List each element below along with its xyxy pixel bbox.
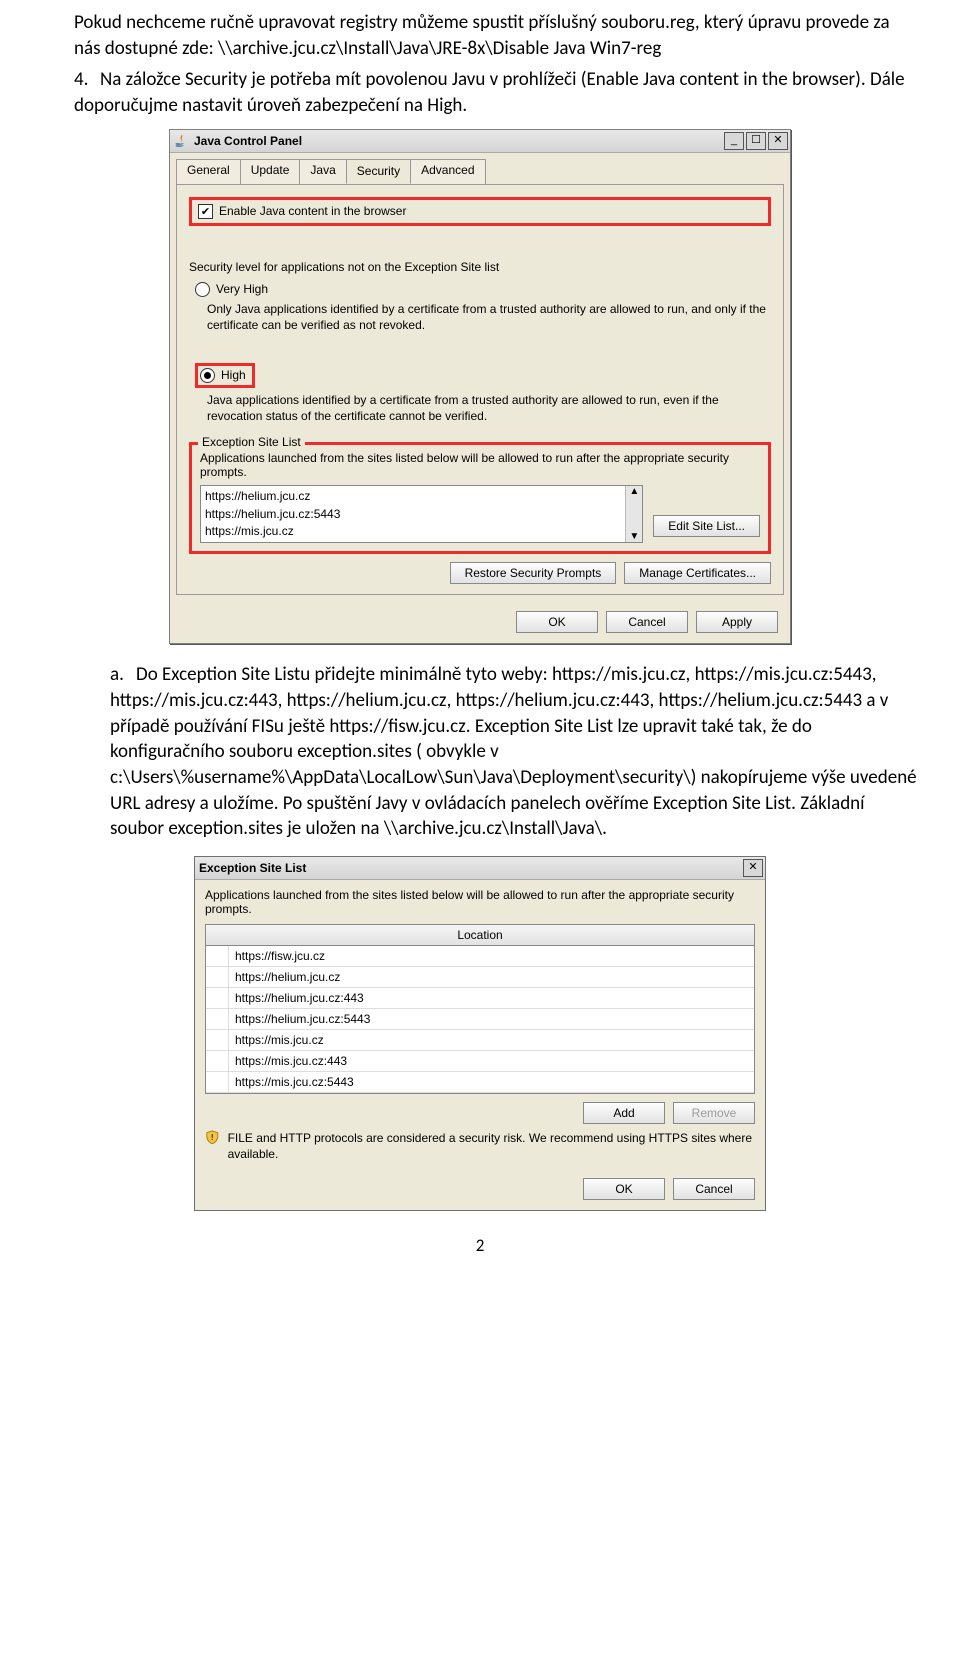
- very-high-desc: Only Java applications identified by a c…: [207, 301, 771, 333]
- page-number: 2: [40, 1235, 920, 1256]
- esl-url-cell[interactable]: https://mis.jcu.cz:443: [229, 1054, 353, 1068]
- scroll-up-icon[interactable]: ▲: [629, 486, 639, 497]
- java-control-panel: Java Control Panel _ ☐ ✕ General Update …: [169, 129, 791, 645]
- security-level-title: Security level for applications not on t…: [189, 260, 771, 274]
- ok-button[interactable]: OK: [516, 611, 598, 633]
- cancel-button[interactable]: Cancel: [606, 611, 688, 633]
- table-row[interactable]: https://helium.jcu.cz:443: [206, 988, 754, 1009]
- esl-cancel-button[interactable]: Cancel: [673, 1178, 755, 1200]
- table-row[interactable]: https://helium.jcu.cz:5443: [206, 1009, 754, 1030]
- esl-url-cell[interactable]: https://helium.jcu.cz: [229, 970, 346, 984]
- add-button[interactable]: Add: [583, 1102, 665, 1124]
- esl-warning: ! FILE and HTTP protocols are considered…: [195, 1124, 765, 1170]
- esl-url[interactable]: https://helium.jcu.cz: [205, 488, 621, 505]
- table-row[interactable]: https://fisw.jcu.cz: [206, 946, 754, 967]
- window-title: Java Control Panel: [194, 134, 722, 148]
- edit-site-list-button[interactable]: Edit Site List...: [653, 515, 760, 537]
- esl-scrollbar[interactable]: ▲ ▼: [625, 486, 642, 542]
- esl-url[interactable]: https://mis.jcu.cz: [205, 523, 621, 540]
- tab-security[interactable]: Security: [346, 159, 411, 184]
- table-row[interactable]: https://mis.jcu.cz:5443: [206, 1072, 754, 1093]
- exception-site-list-group: Exception Site List Applications launche…: [189, 442, 771, 554]
- paragraph-esl-text: Do Exception Site Listu přidejte minimál…: [110, 663, 917, 840]
- table-row[interactable]: https://mis.jcu.cz:443: [206, 1051, 754, 1072]
- esl-url-cell[interactable]: https://helium.jcu.cz:443: [229, 991, 370, 1005]
- radio-very-high[interactable]: Very High: [195, 282, 771, 297]
- esl-col-location: Location: [206, 925, 754, 946]
- esl-close-button[interactable]: ✕: [743, 859, 763, 877]
- java-icon: [174, 134, 188, 148]
- paragraph-esl: a.Do Exception Site Listu přidejte minim…: [40, 662, 920, 841]
- list-letter-a: a.: [110, 662, 136, 688]
- maximize-button[interactable]: ☐: [746, 132, 766, 150]
- list-number-4: 4.: [74, 67, 100, 93]
- jcp-bottom-buttons: OK Cancel Apply: [170, 601, 790, 643]
- tab-advanced[interactable]: Advanced: [410, 159, 485, 184]
- exception-site-list-dialog: Exception Site List ✕ Applications launc…: [194, 856, 766, 1211]
- radio-very-high-input[interactable]: [195, 282, 210, 297]
- esl-url-cell[interactable]: https://mis.jcu.cz:5443: [229, 1075, 360, 1089]
- remove-button[interactable]: Remove: [673, 1102, 755, 1124]
- enable-java-checkbox[interactable]: ✔: [198, 204, 213, 219]
- paragraph-security: 4.Na záložce Security je potřeba mít pov…: [40, 67, 920, 118]
- esl-url-cell[interactable]: https://helium.jcu.cz:5443: [229, 1012, 376, 1026]
- esl-group-desc: Applications launched from the sites lis…: [200, 451, 760, 479]
- radio-high-highlight[interactable]: High: [195, 363, 255, 388]
- table-row[interactable]: https://mis.jcu.cz: [206, 1030, 754, 1051]
- restore-prompts-button[interactable]: Restore Security Prompts: [450, 562, 617, 584]
- esl-list[interactable]: https://helium.jcu.cz https://helium.jcu…: [200, 485, 643, 543]
- tab-update[interactable]: Update: [240, 159, 301, 184]
- esl-window-title: Exception Site List: [199, 861, 741, 875]
- esl-url[interactable]: https://helium.jcu.cz:5443: [205, 506, 621, 523]
- high-desc: Java applications identified by a certif…: [207, 392, 771, 424]
- enable-java-label: Enable Java content in the browser: [219, 204, 406, 218]
- close-button[interactable]: ✕: [768, 132, 788, 150]
- esl-table: Location https://fisw.jcu.cz https://hel…: [205, 924, 755, 1094]
- svg-text:!: !: [211, 1133, 214, 1142]
- enable-java-highlight: ✔ Enable Java content in the browser: [189, 197, 771, 226]
- esl-url-cell[interactable]: https://mis.jcu.cz: [229, 1033, 330, 1047]
- minimize-button[interactable]: _: [724, 132, 744, 150]
- esl-warning-text: FILE and HTTP protocols are considered a…: [228, 1130, 755, 1162]
- paragraph-security-text: Na záložce Security je potřeba mít povol…: [74, 68, 905, 117]
- esl-bottom-buttons: OK Cancel: [195, 1170, 765, 1210]
- radio-selected-dot: [204, 372, 211, 379]
- enable-java-checkbox-row[interactable]: ✔ Enable Java content in the browser: [198, 204, 762, 219]
- scroll-down-icon[interactable]: ▼: [629, 531, 639, 542]
- tab-java[interactable]: Java: [299, 159, 346, 184]
- esl-titlebar: Exception Site List ✕: [195, 857, 765, 880]
- tabs: General Update Java Security Advanced: [170, 153, 790, 184]
- paragraph-registry: Pokud nechceme ručně upravovat registry …: [40, 10, 920, 61]
- radio-very-high-label: Very High: [216, 282, 268, 296]
- shield-warning-icon: !: [205, 1130, 220, 1149]
- radio-high-label: High: [221, 368, 246, 382]
- radio-high-input[interactable]: [200, 368, 215, 383]
- tab-general[interactable]: General: [176, 159, 241, 184]
- esl-url-cell[interactable]: https://fisw.jcu.cz: [229, 949, 331, 963]
- esl-dialog-desc: Applications launched from the sites lis…: [195, 880, 765, 916]
- table-row[interactable]: https://helium.jcu.cz: [206, 967, 754, 988]
- esl-group-title: Exception Site List: [198, 435, 305, 449]
- manage-certificates-button[interactable]: Manage Certificates...: [624, 562, 771, 584]
- security-tabpane: ✔ Enable Java content in the browser Sec…: [176, 184, 784, 596]
- apply-button[interactable]: Apply: [696, 611, 778, 633]
- esl-ok-button[interactable]: OK: [583, 1178, 665, 1200]
- titlebar: Java Control Panel _ ☐ ✕: [170, 130, 790, 153]
